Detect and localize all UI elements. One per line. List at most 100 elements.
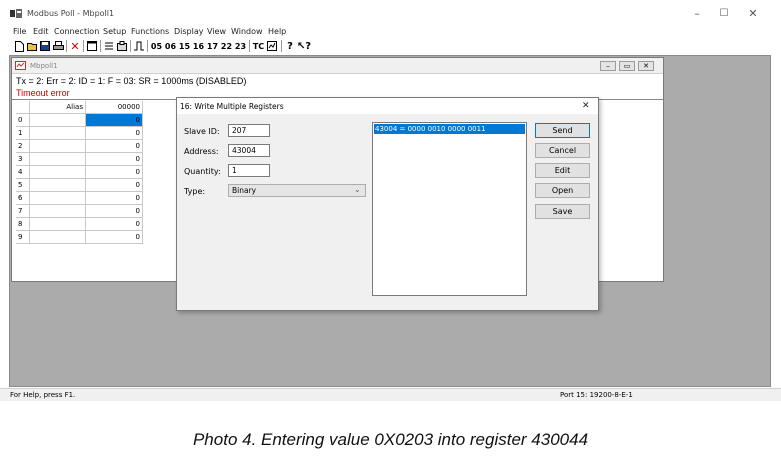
value-header: 00000 <box>86 101 143 114</box>
child-close-button[interactable]: ✕ <box>638 61 654 71</box>
value-cell[interactable]: 0 <box>86 114 143 127</box>
child-restore-button[interactable]: ▭ <box>619 61 635 71</box>
save-button[interactable]: Save <box>535 204 590 219</box>
slave-id-label: Slave ID: <box>184 127 220 136</box>
value-cell[interactable]: 0 <box>86 205 143 218</box>
child-icon <box>15 61 26 70</box>
menu-setup[interactable]: Setup <box>103 27 126 36</box>
fc-15-button[interactable]: 15 <box>178 39 191 53</box>
pulse-icon[interactable] <box>133 39 145 53</box>
close-button[interactable]: ✕ <box>745 6 761 22</box>
alias-cell[interactable] <box>30 153 86 166</box>
alias-cell[interactable] <box>30 127 86 140</box>
menu-edit[interactable]: Edit <box>33 27 49 36</box>
type-select[interactable]: Binary ⌄ <box>228 184 366 197</box>
quantity-input[interactable]: 1 <box>228 164 270 177</box>
alias-cell[interactable] <box>30 166 86 179</box>
window-title: Modbus Poll - Mbpoll1 <box>27 9 115 18</box>
alias-cell[interactable] <box>30 179 86 192</box>
child-minimize-button[interactable]: – <box>600 61 616 71</box>
fc-22-button[interactable]: 22 <box>220 39 233 53</box>
menu-file[interactable]: File <box>13 27 26 36</box>
register-list-item[interactable]: 43004 = 0000 0010 0000 0011 <box>374 124 525 134</box>
menu-help[interactable]: Help <box>268 27 286 36</box>
row-index: 6 <box>16 192 30 205</box>
menu-view[interactable]: View <box>207 27 226 36</box>
window-icon[interactable] <box>86 39 98 53</box>
fc-06-button[interactable]: 06 <box>164 39 177 53</box>
toolbar-separator <box>147 40 149 52</box>
alias-cell[interactable] <box>30 192 86 205</box>
menu-window[interactable]: Window <box>231 27 263 36</box>
value-cell[interactable]: 0 <box>86 153 143 166</box>
status-help-text: For Help, press F1. <box>10 391 76 399</box>
row-index: 3 <box>16 153 30 166</box>
row-index: 9 <box>16 231 30 244</box>
open-button[interactable]: Open <box>535 183 590 198</box>
edit-button[interactable]: Edit <box>535 163 590 178</box>
address-label: Address: <box>184 147 219 156</box>
toolbar-separator <box>83 40 85 52</box>
alias-cell[interactable] <box>30 140 86 153</box>
toolbar-separator <box>249 40 251 52</box>
value-cell[interactable]: 0 <box>86 140 143 153</box>
quantity-label: Quantity: <box>184 167 221 176</box>
save-icon[interactable] <box>39 39 51 53</box>
row-index: 0 <box>16 114 30 127</box>
menu-bar: File Edit Connection Setup Functions Dis… <box>13 27 313 37</box>
alias-cell[interactable] <box>30 231 86 244</box>
dialog-close-button[interactable]: ✕ <box>582 101 590 111</box>
child-titlebar: Mbpoll1 – ▭ ✕ <box>12 58 663 74</box>
row-index: 1 <box>16 127 30 140</box>
maximize-button[interactable]: ☐ <box>716 6 732 22</box>
delete-icon[interactable]: ✕ <box>69 39 81 53</box>
new-file-icon[interactable] <box>13 39 25 53</box>
type-label: Type: <box>184 187 206 196</box>
fc-05-button[interactable]: 05 <box>150 39 163 53</box>
printer-setup-icon[interactable] <box>116 39 128 53</box>
toolbar-separator <box>281 40 283 52</box>
menu-functions[interactable]: Functions <box>131 27 169 36</box>
row-index: 7 <box>16 205 30 218</box>
menu-display[interactable]: Display <box>174 27 204 36</box>
alias-cell[interactable] <box>30 205 86 218</box>
value-cell[interactable]: 0 <box>86 218 143 231</box>
child-title: Mbpoll1 <box>30 62 58 70</box>
value-cell[interactable]: 0 <box>86 231 143 244</box>
send-button[interactable]: Send <box>535 123 590 138</box>
value-cell[interactable]: 0 <box>86 166 143 179</box>
slave-id-input[interactable]: 207 <box>228 124 270 137</box>
table-rows: 00102030405060708090 <box>16 114 145 244</box>
dialog-titlebar: 16: Write Multiple Registers ✕ <box>177 98 598 114</box>
alias-cell[interactable] <box>30 114 86 127</box>
toolbar-separator <box>130 40 132 52</box>
value-cell[interactable]: 0 <box>86 192 143 205</box>
alias-cell[interactable] <box>30 218 86 231</box>
traffic-icon[interactable] <box>266 39 278 53</box>
register-list[interactable]: 43004 = 0000 0010 0000 0011 <box>372 122 527 296</box>
row-index: 4 <box>16 166 30 179</box>
print-icon[interactable] <box>52 39 64 53</box>
minimize-button[interactable]: – <box>689 6 705 22</box>
table-corner <box>16 101 30 114</box>
help-icon[interactable]: ? <box>284 39 296 53</box>
tc-button[interactable]: TC <box>252 39 265 53</box>
value-cell[interactable]: 0 <box>86 179 143 192</box>
toolbar-separator <box>100 40 102 52</box>
type-select-value: Binary <box>232 186 257 195</box>
chevron-down-icon: ⌄ <box>354 185 361 194</box>
value-cell[interactable]: 0 <box>86 127 143 140</box>
menu-connection[interactable]: Connection <box>54 27 99 36</box>
address-input[interactable]: 43004 <box>228 144 270 157</box>
list-icon[interactable] <box>103 39 115 53</box>
photo-caption: Photo 4. Entering value 0X0203 into regi… <box>192 430 589 449</box>
cancel-button[interactable]: Cancel <box>535 143 590 158</box>
app-icon <box>10 9 22 18</box>
open-folder-icon[interactable] <box>26 39 38 53</box>
fc-17-button[interactable]: 17 <box>206 39 219 53</box>
fc-23-button[interactable]: 23 <box>234 39 247 53</box>
status-line: Tx = 2: Err = 2: ID = 1: F = 03: SR = 10… <box>16 76 247 86</box>
fc-16-button[interactable]: 16 <box>192 39 205 53</box>
row-index: 5 <box>16 179 30 192</box>
context-help-icon[interactable]: ↖? <box>297 39 311 53</box>
